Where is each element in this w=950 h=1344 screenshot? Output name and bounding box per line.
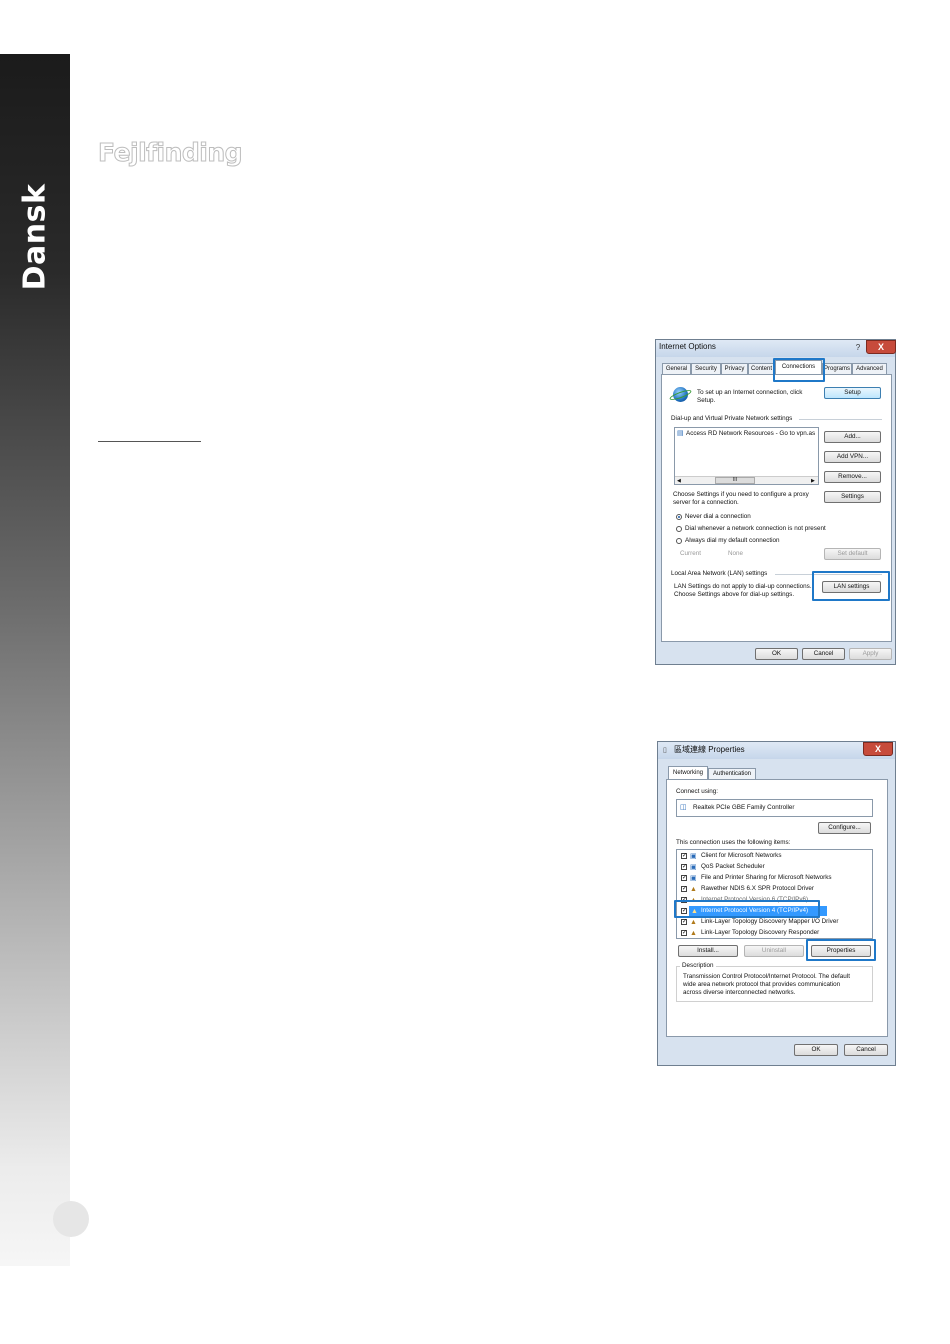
item-checkbox[interactable]: ✓ (681, 875, 687, 881)
protocol-icon: ▲ (690, 930, 697, 937)
proxy-text-line2: server for a connection. (673, 499, 739, 506)
adapter-box: ◫ Realtek PCIe GBE Family Controller (676, 799, 873, 817)
item-checkbox[interactable]: ✓ (681, 853, 687, 859)
connections-tab-highlight (773, 358, 825, 382)
connections-panel: To set up an Internet connection, click … (661, 374, 892, 642)
language-sidebar: Dansk (0, 54, 70, 1266)
current-value: None (728, 550, 744, 557)
uninstall-button[interactable]: Uninstall (744, 945, 804, 957)
dialog-title: Internet Options (659, 342, 716, 351)
protocol-icon: ▲ (690, 919, 697, 926)
item-checkbox[interactable]: ✓ (681, 930, 687, 936)
component-item[interactable]: QoS Packet Scheduler (701, 863, 765, 871)
component-item[interactable]: Link-Layer Topology Discovery Mapper I/O… (701, 918, 838, 926)
proxy-text-line1: Choose Settings if you need to configure… (673, 491, 809, 498)
set-default-button[interactable]: Set default (824, 548, 881, 560)
scroll-thumb[interactable]: III (715, 477, 755, 484)
scheduler-icon: ▣ (690, 864, 697, 871)
component-item[interactable]: Client for Microsoft Networks (701, 852, 781, 860)
globe-icon (668, 387, 693, 402)
client-icon: ▣ (690, 853, 697, 860)
underline-rule (98, 441, 201, 442)
page-number-circle (53, 1201, 89, 1237)
item-checkbox[interactable]: ✓ (681, 886, 687, 892)
dialog-title: 區域連線 Properties (674, 745, 745, 754)
internet-options-dialog: Internet Options ? X General Security Pr… (655, 339, 896, 665)
close-button[interactable]: X (866, 340, 896, 354)
properties-highlight (806, 939, 876, 961)
settings-button[interactable]: Settings (824, 491, 881, 503)
component-item[interactable]: Link-Layer Topology Discovery Responder (701, 929, 819, 937)
radio-dial-whenever-label: Dial whenever a network connection is no… (685, 525, 826, 532)
globe-swoosh-icon (668, 388, 693, 402)
item-checkbox[interactable]: ✓ (681, 919, 687, 925)
configure-button[interactable]: Configure... (818, 822, 871, 834)
ok-button[interactable]: OK (794, 1044, 838, 1056)
lan-text-line2: Choose Settings above for dial-up settin… (674, 591, 795, 598)
lan-settings-highlight (812, 571, 890, 601)
radio-always-dial-label: Always dial my default connection (685, 537, 780, 544)
cancel-button[interactable]: Cancel (844, 1044, 888, 1056)
dialup-separator (799, 419, 882, 420)
close-button[interactable]: X (863, 742, 893, 756)
scroll-left-arrow-icon[interactable]: ◀ (677, 477, 681, 485)
tab-networking[interactable]: Networking (668, 766, 708, 780)
items-label: This connection uses the following items… (676, 839, 791, 846)
component-item[interactable]: Rawether NDIS 6.X SPR Protocol Driver (701, 885, 814, 893)
description-line3: across diverse interconnected networks. (683, 989, 796, 996)
ipv4-highlight (674, 900, 820, 918)
remove-button[interactable]: Remove... (824, 471, 881, 483)
lan-text-line1: LAN Settings do not apply to dial-up con… (674, 583, 812, 590)
current-label: Current (680, 550, 701, 557)
radio-never-dial[interactable] (676, 514, 682, 520)
ok-button[interactable]: OK (755, 648, 798, 660)
add-button[interactable]: Add... (824, 431, 881, 443)
description-line1: Transmission Control Protocol/Internet P… (683, 973, 850, 980)
setup-text-line1: To set up an Internet connection, click (697, 389, 803, 396)
sidebar-language-label: Dansk (17, 183, 53, 291)
file-sharing-icon: ▣ (690, 875, 697, 882)
apply-button[interactable]: Apply (849, 648, 892, 660)
item-checkbox[interactable]: ✓ (681, 864, 687, 870)
vpn-list-item[interactable]: Access RD Network Resources - Go to vpn.… (686, 430, 815, 438)
dialup-heading: Dial-up and Virtual Private Network sett… (671, 415, 793, 422)
setup-text-line2: Setup. (697, 397, 716, 404)
description-label: Description (680, 962, 716, 970)
lan-heading: Local Area Network (LAN) settings (671, 570, 768, 577)
network-adapter-icon: ▯ (663, 747, 667, 754)
help-button[interactable]: ? (850, 341, 866, 354)
component-item[interactable]: File and Printer Sharing for Microsoft N… (701, 874, 832, 882)
vpn-list[interactable]: ▤ Access RD Network Resources - Go to vp… (674, 427, 819, 485)
install-button[interactable]: Install... (678, 945, 738, 957)
adapter-name: Realtek PCIe GBE Family Controller (693, 804, 795, 811)
horizontal-scrollbar[interactable]: ◀ III ▶ (675, 476, 818, 484)
radio-always-dial[interactable] (676, 538, 682, 544)
connect-using-label: Connect using: (676, 788, 719, 795)
protocol-icon: ▲ (690, 886, 697, 893)
cancel-button[interactable]: Cancel (802, 648, 845, 660)
description-line2: wide area network protocol that provides… (683, 981, 841, 988)
section-title: Fejlfinding (97, 138, 243, 168)
radio-never-dial-label: Never dial a connection (685, 513, 751, 520)
setup-button[interactable]: Setup (824, 387, 881, 399)
add-vpn-button[interactable]: Add VPN... (824, 451, 881, 463)
scroll-right-arrow-icon[interactable]: ▶ (811, 477, 815, 485)
vpn-connection-icon: ▤ (677, 430, 684, 437)
nic-properties-dialog: ▯ 區域連線 Properties X Networking Authentic… (657, 741, 896, 1066)
components-list[interactable]: ✓ ▣ Client for Microsoft Networks ✓ ▣ Qo… (676, 849, 873, 939)
radio-dial-whenever[interactable] (676, 526, 682, 532)
network-card-icon: ◫ (680, 804, 687, 811)
